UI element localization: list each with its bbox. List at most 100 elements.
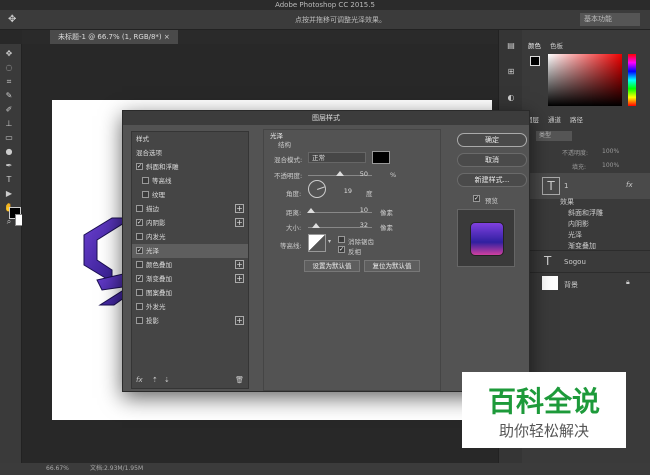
tab-channels[interactable]: 通道: [548, 114, 561, 124]
hue-slider[interactable]: [628, 54, 636, 106]
style-item-checkbox[interactable]: [136, 289, 143, 296]
opacity-input[interactable]: 50: [346, 170, 368, 179]
style-item[interactable]: 描边 +: [132, 202, 248, 216]
style-item-checkbox[interactable]: [136, 205, 143, 212]
ok-button[interactable]: 确定: [457, 133, 527, 147]
size-slider-knob[interactable]: [312, 223, 321, 228]
color-picker-field[interactable]: [548, 54, 622, 106]
move-icon[interactable]: ✥: [2, 48, 16, 60]
blur-icon[interactable]: ●: [2, 146, 16, 158]
new-style-button[interactable]: 新建样式...: [457, 173, 527, 187]
style-item[interactable]: 投影 +: [132, 314, 248, 328]
size-input[interactable]: 32: [346, 221, 368, 230]
style-item-checkbox[interactable]: [142, 177, 149, 184]
fill-value[interactable]: 100%: [602, 162, 619, 169]
document-tab-label: 未标题-1 @ 66.7% (1, RGB/8*): [58, 33, 162, 41]
style-item-checkbox[interactable]: ✓: [136, 163, 143, 170]
style-item-checkbox[interactable]: [142, 191, 149, 198]
effects-label: 效果: [560, 198, 574, 206]
crop-icon[interactable]: ⌗: [2, 76, 16, 88]
brush-icon[interactable]: ✐: [2, 104, 16, 116]
contour-picker[interactable]: [308, 234, 326, 252]
tab-paths[interactable]: 路径: [570, 114, 583, 124]
effect-inner-shadow[interactable]: 内阴影: [568, 219, 589, 229]
blend-options-item[interactable]: 混合选项: [132, 146, 248, 160]
layer-row[interactable]: T Sogou: [522, 250, 650, 272]
tab-color[interactable]: 颜色: [528, 40, 541, 50]
style-item[interactable]: 外发光: [132, 300, 248, 314]
style-item-checkbox[interactable]: ✓: [136, 247, 143, 254]
lasso-icon[interactable]: ◌: [2, 62, 16, 74]
preview-checkbox[interactable]: ✓: [473, 195, 480, 202]
invert-checkbox[interactable]: ✓: [338, 246, 345, 253]
styles-header[interactable]: 样式: [132, 132, 248, 146]
delete-icon[interactable]: 🗑︎: [235, 376, 244, 384]
toolbox: ✥ ◌ ⌗ ✎ ✐ ⊥ ▭ ● ✒ T ▶ ✋ ⌕: [0, 44, 27, 463]
move-down-icon[interactable]: ⇣: [164, 376, 170, 384]
hint-text: 点按并拖移可调整光泽效果。: [295, 16, 386, 24]
add-style-icon[interactable]: +: [235, 316, 244, 325]
eraser-icon[interactable]: ▭: [2, 132, 16, 144]
style-item-checkbox[interactable]: [136, 261, 143, 268]
adjustments-icon[interactable]: ◐: [504, 92, 518, 104]
style-item[interactable]: 内发光: [132, 230, 248, 244]
blend-mode-select[interactable]: 正常: [308, 152, 366, 163]
style-item-checkbox[interactable]: [136, 303, 143, 310]
effect-bevel[interactable]: 斜面和浮雕: [568, 208, 603, 218]
layer-kind-filter[interactable]: 类型: [536, 131, 572, 141]
layer-name: Sogou: [564, 258, 586, 266]
style-item-checkbox[interactable]: ✓: [136, 275, 143, 282]
zoom-level[interactable]: 66.67%: [46, 463, 69, 475]
properties-icon[interactable]: ⊞: [504, 66, 518, 78]
style-item[interactable]: ✓ 内阴影 +: [132, 216, 248, 230]
angle-dial[interactable]: [308, 180, 326, 198]
history-icon[interactable]: ▤: [504, 40, 518, 52]
make-default-button[interactable]: 设置为默认值: [304, 260, 360, 272]
effect-satin[interactable]: 光泽: [568, 230, 582, 240]
move-tool-icon[interactable]: ✥: [8, 14, 16, 25]
satin-color-swatch[interactable]: [372, 151, 390, 164]
color-fg-swatch[interactable]: [530, 56, 540, 66]
opacity-value[interactable]: 100%: [602, 148, 619, 155]
path-select-icon[interactable]: ▶: [2, 188, 16, 200]
angle-input[interactable]: 19: [330, 187, 352, 196]
style-item-label: 渐变叠加: [146, 275, 172, 283]
style-item-checkbox[interactable]: ✓: [136, 219, 143, 226]
add-style-icon[interactable]: +: [235, 204, 244, 213]
fx-menu-icon[interactable]: fx: [136, 376, 143, 384]
contour-dropdown-icon[interactable]: ▾: [328, 238, 331, 245]
style-item[interactable]: 等高线: [132, 174, 248, 188]
style-item-label: 斜面和浮雕: [146, 163, 179, 171]
add-style-icon[interactable]: +: [235, 260, 244, 269]
opacity-slider-knob[interactable]: [336, 171, 344, 176]
distance-input[interactable]: 10: [346, 206, 368, 215]
style-item[interactable]: ✓ 斜面和浮雕: [132, 160, 248, 174]
style-item-checkbox[interactable]: [136, 233, 143, 240]
style-item[interactable]: 纹理: [132, 188, 248, 202]
style-item[interactable]: 颜色叠加 +: [132, 258, 248, 272]
document-tab[interactable]: 未标题-1 @ 66.7% (1, RGB/8*) ×: [50, 30, 178, 44]
move-up-icon[interactable]: ⇡: [152, 376, 158, 384]
layer-row[interactable]: 背景 🔒︎: [522, 272, 650, 294]
add-style-icon[interactable]: +: [235, 218, 244, 227]
reset-default-button[interactable]: 复位为默认值: [364, 260, 420, 272]
antialias-checkbox[interactable]: [338, 236, 345, 243]
type-icon[interactable]: T: [2, 174, 16, 186]
distance-slider-knob[interactable]: [306, 208, 315, 213]
dialog-title: 图层样式: [123, 111, 529, 125]
style-item-checkbox[interactable]: [136, 317, 143, 324]
style-item[interactable]: ✓ 光泽: [132, 244, 248, 258]
eyedropper-icon[interactable]: ✎: [2, 90, 16, 102]
style-item[interactable]: ✓ 渐变叠加 +: [132, 272, 248, 286]
style-item-label: 投影: [146, 317, 159, 325]
layer-row[interactable]: T 1 fx: [522, 173, 650, 199]
stamp-icon[interactable]: ⊥: [2, 118, 16, 130]
add-style-icon[interactable]: +: [235, 274, 244, 283]
tab-close-icon[interactable]: ×: [164, 33, 170, 41]
tab-swatches[interactable]: 色板: [550, 40, 563, 50]
app-title-bar: Adobe Photoshop CC 2015.5: [0, 0, 650, 10]
cancel-button[interactable]: 取消: [457, 153, 527, 167]
style-item[interactable]: 图案叠加: [132, 286, 248, 300]
pen-icon[interactable]: ✒: [2, 160, 16, 172]
workspace-select[interactable]: 基本功能: [580, 13, 640, 26]
